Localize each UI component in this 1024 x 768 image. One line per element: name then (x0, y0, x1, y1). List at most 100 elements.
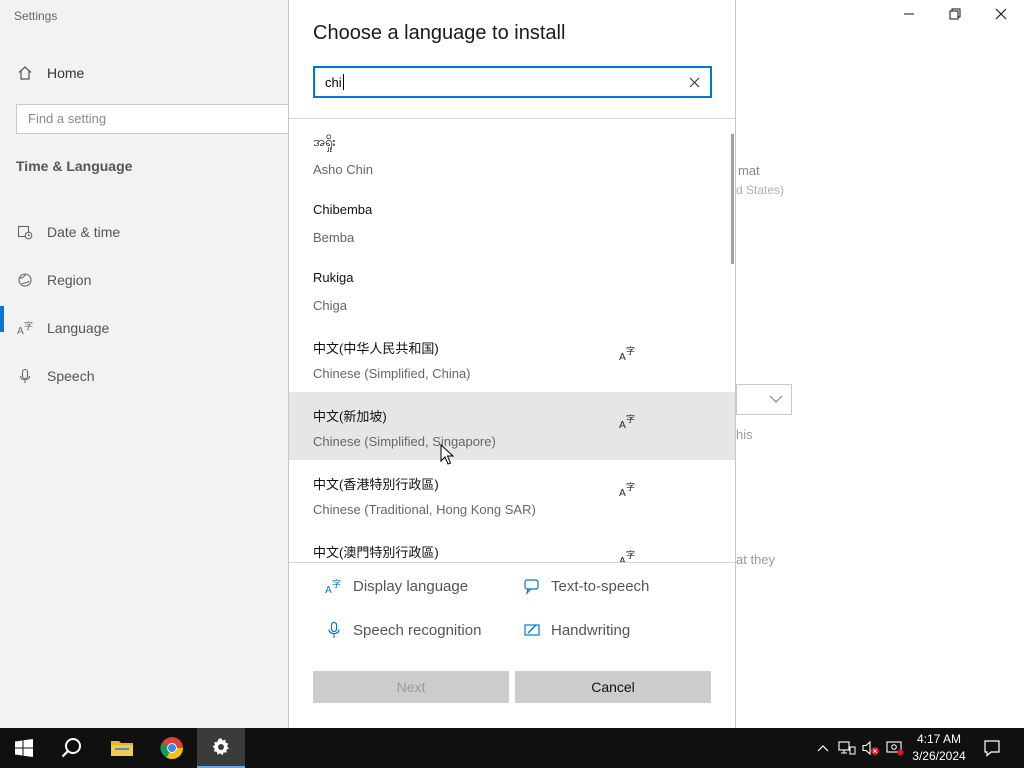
clear-search-button[interactable] (686, 74, 702, 90)
language-list: အရှိုး Asho Chin Chibemba Bemba Rukiga C… (289, 120, 735, 562)
language-native-name: 中文(澳門特別行政區) (313, 545, 439, 560)
text-caret (342, 74, 344, 90)
sidebar-item-speech[interactable]: Speech (0, 352, 290, 400)
taskbar-clock[interactable]: 4:17 AM 3/26/2024 (908, 731, 970, 765)
display-language-icon: A字 (619, 412, 637, 431)
language-native-name: Rukiga (313, 270, 354, 285)
notification-status-tray-button[interactable] (884, 728, 906, 768)
start-icon (15, 739, 33, 757)
restore-button[interactable] (932, 0, 978, 32)
sidebar-item-label: Region (47, 272, 92, 288)
bg-dropdown[interactable] (736, 384, 792, 415)
svg-text:字: 字 (626, 481, 635, 493)
language-native-name: 中文(中华人民共和国) (313, 341, 439, 356)
sidebar-item-label: Date & time (47, 224, 121, 240)
svg-text:A: A (17, 326, 24, 336)
file-explorer-button[interactable] (98, 728, 146, 768)
minimize-icon (903, 7, 915, 25)
cancel-button[interactable]: Cancel (515, 671, 711, 703)
legend-display-language: A字 Display language (325, 577, 469, 596)
nav-home-label: Home (47, 64, 85, 81)
divider (289, 562, 735, 563)
bg-fragment: at they (736, 552, 776, 567)
language-item-hovered[interactable]: 中文(新加坡) Chinese (Simplified, Singapore) … (289, 392, 735, 460)
start-button[interactable] (0, 728, 48, 768)
chrome-button[interactable] (148, 728, 196, 768)
mouse-cursor-icon (440, 444, 454, 465)
legend-label: Text-to-speech (551, 577, 650, 595)
settings-taskbar-button[interactable] (197, 728, 245, 768)
svg-text:字: 字 (332, 578, 341, 590)
language-english-name: Chinese (Simplified, China) (313, 366, 471, 381)
active-nav-indicator (0, 306, 4, 332)
legend-label: Handwriting (551, 621, 631, 639)
network-tray-button[interactable] (836, 728, 858, 768)
language-english-name: Bemba (313, 230, 355, 245)
network-icon (838, 741, 856, 755)
legend-speech-recognition: Speech recognition (325, 621, 481, 639)
language-item[interactable]: 中文(香港特別行政區) Chinese (Traditional, Hong K… (289, 460, 735, 528)
language-english-name: Chinese (Simplified, Singapore) (313, 434, 496, 449)
language-icon: A字 (16, 320, 33, 337)
dialog-title: Choose a language to install (313, 22, 566, 44)
display-language-icon: A字 (619, 548, 637, 562)
notification-icon (984, 740, 1000, 757)
legend-handwriting: Handwriting (523, 621, 630, 639)
legend-text-to-speech: Text-to-speech (523, 577, 649, 595)
language-item[interactable]: Chibemba Bemba (289, 188, 735, 256)
nav-home[interactable]: Home (16, 64, 84, 81)
choose-language-dialog: Choose a language to install chi အရှိုး … (288, 0, 736, 728)
search-button[interactable] (48, 728, 96, 768)
home-icon (16, 64, 33, 81)
text-to-speech-icon (523, 577, 541, 595)
language-list-scrollbar[interactable] (731, 134, 734, 264)
language-item[interactable]: အရှိုး Asho Chin (289, 120, 735, 188)
sidebar-item-label: Language (47, 320, 110, 336)
close-button[interactable] (978, 0, 1024, 32)
language-item[interactable]: 中文(澳門特別行政區) A字 (289, 528, 735, 562)
language-item[interactable]: 中文(中华人民共和国) Chinese (Simplified, China) … (289, 324, 735, 392)
sidebar-item-region[interactable]: Region (0, 256, 290, 304)
minimize-button[interactable] (886, 0, 932, 32)
next-button[interactable]: Next (313, 671, 509, 703)
svg-text:A: A (619, 420, 626, 430)
window-title: Settings (14, 9, 58, 23)
language-native-name: 中文(新加坡) (313, 409, 387, 424)
restore-icon (949, 7, 961, 25)
language-english-name: Chiga (313, 298, 347, 313)
find-setting-input[interactable]: Find a setting (16, 104, 296, 134)
settings-icon (212, 738, 229, 756)
display-language-icon: A字 (619, 480, 637, 499)
svg-text:字: 字 (626, 549, 635, 561)
svg-text:A: A (325, 585, 332, 595)
show-hidden-icons-button[interactable] (812, 728, 834, 768)
globe-icon (16, 272, 33, 289)
sidebar-item-date-time[interactable]: Date & time (0, 208, 290, 256)
microphone-icon (16, 368, 33, 385)
bg-fragment: his (736, 427, 753, 442)
sidebar-nav: Date & time Region A字 Language Speech (0, 208, 290, 400)
svg-text:字: 字 (626, 413, 635, 425)
sidebar-item-label: Speech (47, 368, 95, 384)
sidebar-item-language[interactable]: A字 Language (0, 304, 290, 352)
volume-muted-icon (862, 740, 879, 756)
volume-tray-button[interactable] (860, 728, 882, 768)
action-center-button[interactable] (978, 728, 1006, 768)
search-input-value: chi (325, 74, 342, 90)
clock-time: 4:17 AM (916, 732, 962, 746)
close-icon (689, 77, 699, 87)
legend-label: Display language (353, 577, 469, 595)
language-native-name: Chibemba (313, 202, 373, 217)
divider (289, 118, 735, 119)
search-icon (61, 738, 81, 758)
clock-date: 3/26/2024 (912, 749, 966, 763)
section-title: Time & Language (16, 158, 133, 174)
display-language-icon: A字 (325, 577, 343, 595)
calendar-clock-icon (16, 224, 33, 241)
chevron-down-icon (769, 391, 783, 409)
legend-label: Speech recognition (353, 621, 482, 639)
language-item[interactable]: Rukiga Chiga (289, 256, 735, 324)
language-english-name: Chinese (Traditional, Hong Kong SAR) (313, 502, 536, 517)
language-search-input[interactable]: chi (313, 66, 712, 98)
display-language-icon: A字 (619, 344, 637, 363)
